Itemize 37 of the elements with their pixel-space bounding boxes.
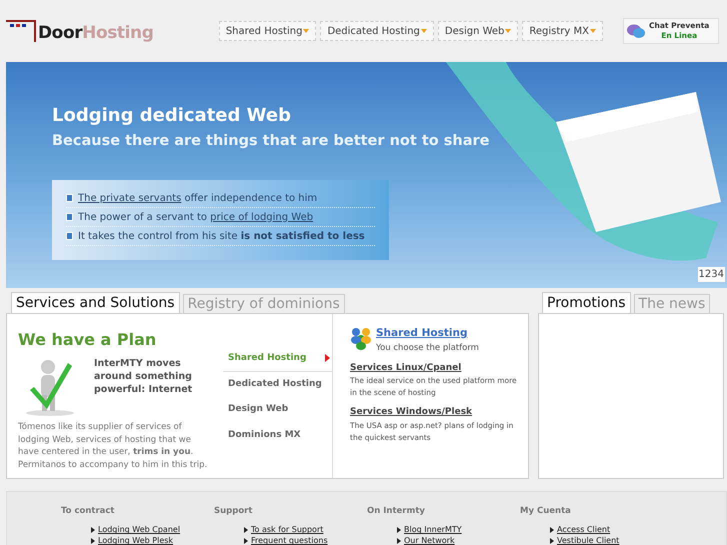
section-tab[interactable]: Promotions	[542, 292, 631, 313]
menu-item[interactable]: Dedicated Hosting	[223, 372, 332, 397]
nav-button[interactable]: Design Web	[438, 21, 518, 41]
feature-text: The power of a servant to price of lodging Web	[78, 210, 314, 224]
nav-button[interactable]: Registry MX	[522, 21, 603, 41]
plan-title: We have a Plan	[18, 329, 158, 351]
slide-pager[interactable]: 1234	[698, 267, 725, 282]
footer-link[interactable]: Frequent questions	[251, 535, 328, 545]
feature-link[interactable]: price of lodging Web	[210, 212, 314, 222]
footer-link[interactable]: Access Client	[557, 524, 610, 536]
menu-item[interactable]: Design Web	[223, 397, 332, 422]
section-tab[interactable]: Services and Solutions	[11, 292, 180, 313]
service-link[interactable]: Services Linux/Cpanel	[350, 362, 518, 375]
plan-lead: InterMTY moves around something powerful: Internet	[94, 357, 194, 397]
logo-text: DoorHosting	[38, 25, 154, 42]
service-link[interactable]: Services Windows/Plesk	[350, 406, 518, 420]
footer-link[interactable]: Lodging Web Cpanel	[98, 524, 180, 536]
footer-link[interactable]: Lodging Web Plesk	[98, 535, 174, 545]
banner-title: Lodging dedicated Web	[52, 104, 291, 128]
nav-button[interactable]: Shared Hosting	[218, 21, 316, 41]
nav-button[interactable]: Dedicated Hosting	[320, 21, 434, 41]
feature-link[interactable]: The private servants	[78, 192, 182, 204]
footer-link[interactable]: Vestibule Client	[557, 535, 620, 545]
footer-link[interactable]: Blog InnerMTY	[404, 524, 462, 536]
footer-link[interactable]: To ask for Support	[251, 524, 324, 536]
footer-heading: To contract	[61, 505, 116, 518]
detail-link[interactable]: Shared Hosting	[376, 326, 479, 342]
footer-heading: On Intermty	[367, 505, 426, 518]
footer-heading: My Cuenta	[520, 505, 572, 518]
footer-link[interactable]: Our Network	[404, 535, 455, 545]
plan-text: Tómenos like its supplier of services of lodging Web, services of hosting that we have centered in the user, trims in you. Permitanos to accompany to him in this trip.	[18, 421, 208, 471]
feature-text: The private servants offer independence to him	[78, 192, 318, 206]
footer-heading: Support	[214, 505, 254, 518]
menu-item[interactable]: Dominions MX	[223, 422, 332, 448]
banner-subtitle: Because there are things that are better not to share	[52, 132, 490, 151]
detail-subtitle: You choose the platform	[376, 342, 479, 354]
feature-text: It takes the control from his site is not satisfied to less	[78, 230, 365, 244]
